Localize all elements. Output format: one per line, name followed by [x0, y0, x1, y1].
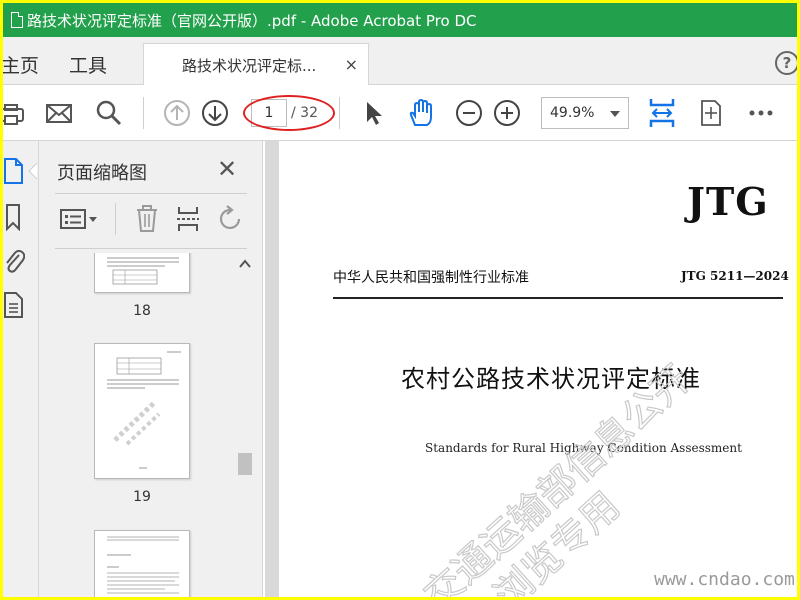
- panel-title: 页面缩略图: [57, 163, 147, 184]
- zoom-level-value: 49.9%: [550, 105, 595, 121]
- pdf-document-icon: [11, 12, 23, 28]
- watermark: 交通运输部信息公开 浏览专用: [415, 356, 700, 597]
- red-annotation-ellipse: [243, 95, 335, 131]
- panel-separator: [55, 193, 247, 194]
- thumbnail-content: [107, 351, 181, 469]
- attachment-icon[interactable]: [3, 247, 25, 275]
- print-icon[interactable]: [3, 99, 31, 127]
- document-viewport: JTG 中华人民共和国强制性行业标准 JTG 5211—2024 农村公路技术状…: [265, 141, 797, 597]
- help-icon[interactable]: ?: [775, 51, 797, 75]
- select-cursor-icon[interactable]: [359, 99, 387, 127]
- navigation-rail: [3, 141, 39, 597]
- app-window: 路技术状况评定标准（官网公开版）.pdf - Adobe Acrobat Pro…: [3, 3, 797, 597]
- thumbnail-scrollbar[interactable]: [235, 253, 255, 597]
- page-view-icon[interactable]: [697, 99, 725, 127]
- active-indicator-icon: [28, 163, 37, 179]
- zoom-level-select[interactable]: 49.9%: [541, 97, 629, 129]
- zoom-in-icon[interactable]: [493, 99, 521, 127]
- more-icon[interactable]: [747, 99, 775, 127]
- document-tab-label: 路技术状况评定标...: [182, 56, 317, 75]
- document-tab[interactable]: 路技术状况评定标... ×: [143, 43, 369, 86]
- thumbnail-content: [107, 257, 179, 285]
- hand-tool-icon[interactable]: [407, 99, 435, 127]
- zoom-out-icon[interactable]: [455, 99, 483, 127]
- page-thumbnail-label: 19: [133, 489, 151, 505]
- insert-page-icon[interactable]: [175, 205, 203, 233]
- page-thumbnail-label: 18: [133, 303, 151, 319]
- scrollbar-thumb[interactable]: [238, 453, 252, 475]
- page-thumbnails-icon[interactable]: [3, 157, 25, 185]
- search-icon[interactable]: [95, 99, 123, 127]
- fit-width-icon[interactable]: [647, 97, 677, 129]
- options-icon[interactable]: [59, 207, 99, 233]
- page-thumbnail[interactable]: [94, 343, 190, 479]
- site-watermark: www.cndao.com: [654, 569, 795, 590]
- main-toolbar: 1 / 32 49.9%: [3, 85, 797, 141]
- close-icon[interactable]: ✕: [217, 155, 237, 183]
- chevron-down-icon: [610, 111, 620, 117]
- thumbnail-content: [107, 536, 179, 594]
- tab-row: 主页 工具 路技术状况评定标... × ?: [3, 37, 797, 86]
- toolbar-separator: [143, 97, 144, 129]
- rotate-icon[interactable]: [217, 205, 245, 233]
- document-icon[interactable]: [3, 291, 25, 319]
- page-thumbnail[interactable]: [94, 530, 190, 597]
- scroll-up-icon[interactable]: [239, 259, 251, 269]
- tab-close-icon[interactable]: ×: [345, 55, 358, 74]
- panel-tool-separator: [115, 203, 116, 235]
- window-title: 路技术状况评定标准（官网公开版）.pdf - Adobe Acrobat Pro…: [27, 11, 477, 30]
- panel-separator: [55, 248, 247, 249]
- prev-page-icon[interactable]: [163, 99, 191, 127]
- title-bar: 路技术状况评定标准（官网公开版）.pdf - Adobe Acrobat Pro…: [3, 3, 797, 37]
- menu-home[interactable]: 主页: [3, 51, 39, 78]
- document-page: JTG 中华人民共和国强制性行业标准 JTG 5211—2024 农村公路技术状…: [279, 141, 797, 597]
- email-icon[interactable]: [45, 99, 73, 127]
- thumbnail-list: 18 19: [39, 253, 247, 597]
- bookmark-icon[interactable]: [3, 203, 25, 231]
- next-page-icon[interactable]: [201, 99, 229, 127]
- page-thumbnails-panel: 页面缩略图 ✕ 18 19: [39, 141, 263, 597]
- page-thumbnail[interactable]: [94, 253, 190, 293]
- toolbar-separator: [339, 97, 340, 129]
- menu-tools[interactable]: 工具: [69, 51, 107, 78]
- delete-icon[interactable]: [135, 205, 159, 233]
